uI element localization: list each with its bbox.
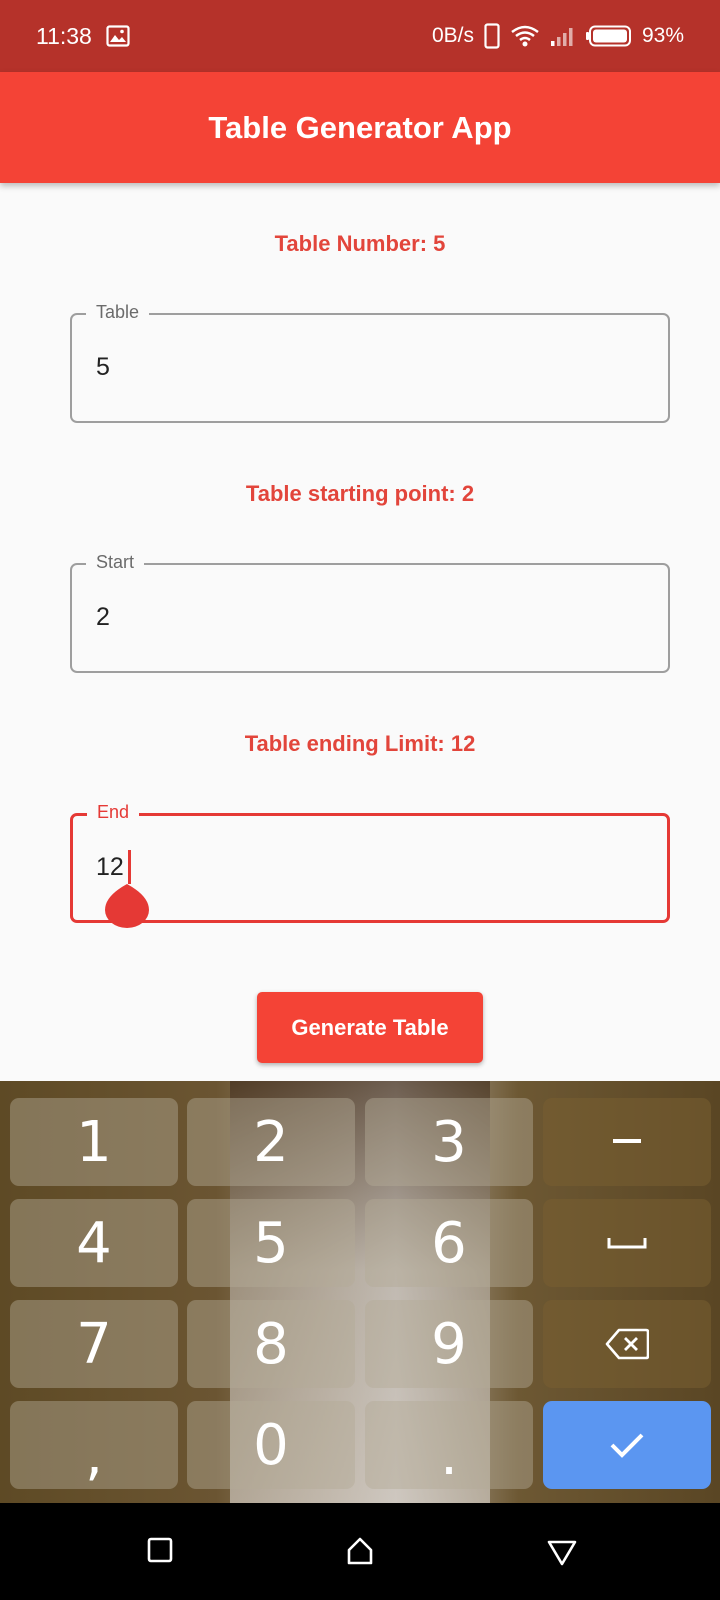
key-space[interactable]: [543, 1199, 711, 1287]
recents-icon[interactable]: [147, 1537, 173, 1563]
text-cursor: [128, 850, 131, 884]
app-title: Table Generator App: [208, 109, 512, 145]
table-input[interactable]: Table 5: [70, 302, 670, 423]
wifi-icon: [511, 25, 539, 47]
key-7[interactable]: 7: [10, 1300, 178, 1388]
end-label: Table ending Limit: 12: [244, 731, 476, 756]
numeric-keyboard: 1 2 3 4 5 6 7 8 9 , 0 .: [0, 1081, 720, 1503]
start-input-legend: Start: [86, 552, 145, 573]
key-4[interactable]: 4: [10, 1199, 178, 1287]
gallery-icon: [106, 25, 130, 47]
battery-percent: 93%: [641, 24, 684, 47]
key-9[interactable]: 9: [365, 1300, 533, 1388]
table-input-value: 5: [96, 353, 110, 381]
app-bar: Table Generator App: [0, 72, 720, 183]
status-bar: 11:38 0B/s 93%: [0, 0, 720, 72]
backspace-icon: [605, 1328, 649, 1360]
battery-icon: [585, 25, 631, 47]
end-input[interactable]: End 12: [70, 802, 670, 928]
end-input-legend: End: [87, 802, 140, 823]
key-done[interactable]: [543, 1401, 711, 1489]
table-number-label: Table Number: 5: [274, 231, 446, 256]
key-8[interactable]: 8: [187, 1300, 355, 1388]
start-input-value: 2: [96, 603, 110, 631]
navigation-bar: [0, 1503, 720, 1600]
start-input[interactable]: Start 2: [70, 552, 670, 673]
start-label: Table starting point: 2: [245, 481, 475, 506]
key-6[interactable]: 6: [365, 1199, 533, 1287]
key-comma-label: ,: [85, 1422, 103, 1488]
space-icon: [607, 1238, 647, 1249]
check-icon: [610, 1433, 644, 1458]
cursor-handle-icon[interactable]: [105, 880, 149, 928]
key-1[interactable]: 1: [10, 1098, 178, 1186]
key-backspace[interactable]: [543, 1300, 711, 1388]
minus-icon: [613, 1139, 641, 1143]
home-icon[interactable]: [346, 1537, 374, 1565]
generate-table-button[interactable]: Generate Table: [257, 992, 483, 1063]
net-speed: 0B/s: [431, 24, 474, 47]
status-time: 11:38: [36, 22, 92, 49]
key-minus[interactable]: [543, 1098, 711, 1186]
key-0[interactable]: 0: [187, 1401, 355, 1489]
signal-icon: [550, 28, 573, 46]
key-period-label: .: [440, 1422, 458, 1488]
key-5[interactable]: 5: [187, 1199, 355, 1287]
table-input-legend: Table: [86, 302, 150, 323]
back-icon[interactable]: [547, 1540, 577, 1566]
key-2[interactable]: 2: [187, 1098, 355, 1186]
phone-icon: [484, 23, 500, 49]
end-input-value: 12: [96, 853, 124, 881]
key-period[interactable]: .: [365, 1401, 533, 1489]
key-comma[interactable]: ,: [10, 1401, 178, 1489]
key-3[interactable]: 3: [365, 1098, 533, 1186]
